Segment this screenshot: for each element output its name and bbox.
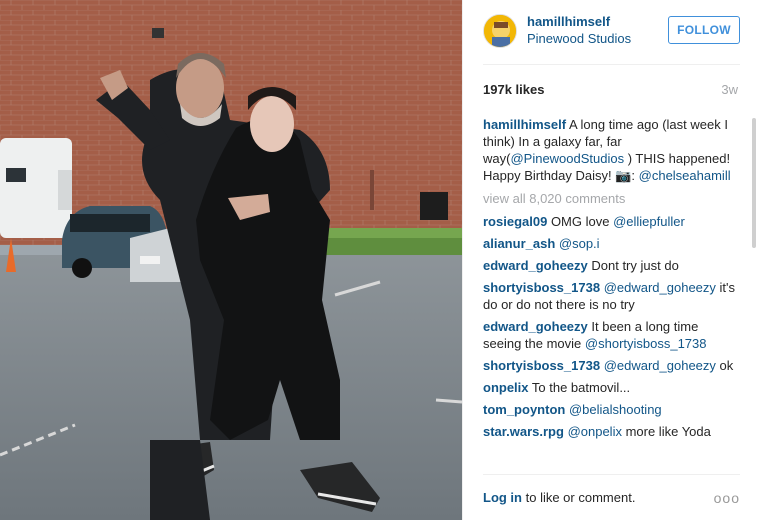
comment-item: star.wars.rpg @onpelix more like Yoda xyxy=(483,423,740,440)
comment-username[interactable]: shortyisboss_1738 xyxy=(483,358,600,373)
comment-mention[interactable]: @shortyisboss_1738 xyxy=(585,336,707,351)
comment-item: edward_goheezy It been a long time seein… xyxy=(483,318,740,352)
follow-button[interactable]: FOLLOW xyxy=(668,16,740,44)
view-all-comments-link[interactable]: view all 8,020 comments xyxy=(483,190,740,207)
caption-mention-2[interactable]: @chelseahamill xyxy=(639,168,731,183)
comment-username[interactable]: onpelix xyxy=(483,380,529,395)
comment-after: ok xyxy=(715,358,734,373)
comment-mention[interactable]: @onpelix xyxy=(568,424,622,439)
caption-username[interactable]: hamillhimself xyxy=(483,117,566,132)
comment-username[interactable]: shortyisboss_1738 xyxy=(483,280,600,295)
likes-count[interactable]: 197k likes xyxy=(483,82,544,97)
comment-item: tom_poynton @belialshooting xyxy=(483,401,740,418)
comment-item: edward_goheezy Dont try just do xyxy=(483,257,740,274)
post-photo[interactable] xyxy=(0,0,462,520)
post-footer: Log in to like or comment. ooo xyxy=(483,490,740,510)
comment-item: shortyisboss_1738 @edward_goheezy it's d… xyxy=(483,279,740,313)
comment-text: OMG love xyxy=(547,214,614,229)
comment-username[interactable]: tom_poynton xyxy=(483,402,565,417)
caption: hamillhimself A long time ago (last week… xyxy=(483,116,740,184)
divider xyxy=(483,474,740,475)
divider xyxy=(483,64,740,65)
comment-item: rosiegal09 OMG love @elliepfuller xyxy=(483,213,740,230)
comment-username[interactable]: edward_goheezy xyxy=(483,258,588,273)
comment-username[interactable]: alianur_ash xyxy=(483,236,555,251)
post-age[interactable]: 3w xyxy=(721,82,738,97)
username-link[interactable]: hamillhimself xyxy=(527,14,610,29)
more-options-icon[interactable]: ooo xyxy=(714,490,740,506)
avatar-image xyxy=(484,15,516,47)
comment-text: Dont try just do xyxy=(587,258,679,273)
comment-mention[interactable]: @edward_goheezy xyxy=(604,358,716,373)
comment-after: more like Yoda xyxy=(621,424,711,439)
location-link[interactable]: Pinewood Studios xyxy=(527,31,631,46)
photo-illustration xyxy=(0,0,462,520)
comment-mention[interactable]: @belialshooting xyxy=(569,402,662,417)
post-stats: 197k likes 3w xyxy=(483,80,738,100)
post-side-panel: hamillhimself Pinewood Studios FOLLOW 19… xyxy=(462,0,760,520)
comment-username[interactable]: star.wars.rpg xyxy=(483,424,564,439)
comment-mention[interactable]: @sop.i xyxy=(559,236,600,251)
login-prompt-text: to like or comment. xyxy=(522,490,636,505)
caption-mention-1[interactable]: @PinewoodStudios xyxy=(510,151,624,166)
comment-mention[interactable]: @elliepfuller xyxy=(613,214,685,229)
comment-mention[interactable]: @edward_goheezy xyxy=(604,280,716,295)
comments-list[interactable]: hamillhimself A long time ago (last week… xyxy=(483,116,740,472)
login-link[interactable]: Log in xyxy=(483,490,522,505)
comments-scrollbar[interactable] xyxy=(752,118,756,248)
post-header: hamillhimself Pinewood Studios FOLLOW xyxy=(483,10,740,56)
comment-username[interactable]: edward_goheezy xyxy=(483,319,588,334)
comment-item: shortyisboss_1738 @edward_goheezy ok xyxy=(483,357,740,374)
comment-item: alianur_ash @sop.i xyxy=(483,235,740,252)
comment-username[interactable]: rosiegal09 xyxy=(483,214,547,229)
comment-item: onpelix To the batmovil... xyxy=(483,379,740,396)
comment-text: To the batmovil... xyxy=(528,380,631,395)
avatar[interactable] xyxy=(483,14,517,48)
